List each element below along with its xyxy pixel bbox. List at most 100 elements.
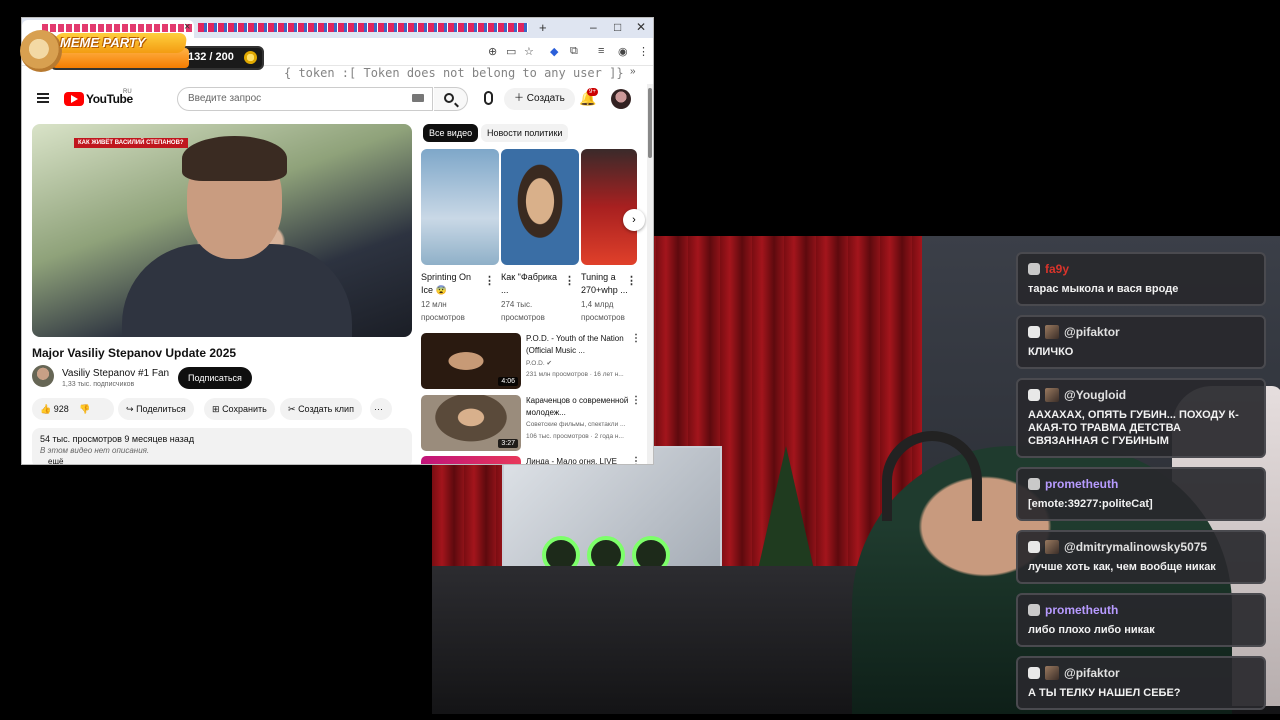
- recommendation-item[interactable]: Линда - Мало огня, LIVE ⋮: [421, 456, 643, 464]
- chat-username: prometheuth: [1045, 603, 1119, 617]
- scrollbar-thumb[interactable]: [648, 88, 652, 158]
- headset: [882, 431, 982, 521]
- like-icon[interactable]: 👍: [40, 404, 51, 414]
- youtube-region: RU: [123, 89, 132, 95]
- save-button[interactable]: ⊞ Сохранить: [204, 398, 275, 420]
- video-title: Major Vasiliy Stepanov Update 2025: [32, 346, 237, 360]
- dislike-icon[interactable]: 👎: [79, 404, 90, 414]
- recommendation-channel[interactable]: Советские фильмы, спектакли ...: [526, 421, 636, 428]
- recommendation-thumbnail[interactable]: [421, 456, 521, 464]
- recommendation-meta: 106 тыс. просмотров · 2 года н...: [526, 433, 624, 440]
- user-avatar: [1045, 540, 1059, 554]
- recommendation-title[interactable]: P.O.D. - Youth of the Nation (Official M…: [526, 333, 634, 357]
- recommendation-item[interactable]: 3:27 Караченцов о современной молодеж...…: [421, 395, 643, 453]
- recommendation-title[interactable]: Линда - Мало огня, LIVE: [526, 456, 634, 464]
- chip-politics-news[interactable]: Новости политики: [481, 124, 569, 142]
- views-and-date: 54 тыс. просмотров 9 месяцев назад: [40, 434, 195, 444]
- user-badge-icon: [1028, 478, 1040, 490]
- youtube-logo-icon[interactable]: [64, 92, 84, 106]
- close-window-button[interactable]: ✕: [636, 20, 646, 34]
- extensions-icon[interactable]: ⧉: [570, 45, 578, 58]
- kebab-menu-icon[interactable]: ⋮: [631, 456, 641, 464]
- save-icon: ⊞: [212, 404, 220, 414]
- create-label: Создать: [526, 93, 565, 104]
- hamburger-menu-icon[interactable]: [37, 93, 49, 103]
- channel-avatar[interactable]: [32, 365, 54, 387]
- short-title[interactable]: Sprinting On Ice 😨: [421, 271, 483, 297]
- chat-message: fa9y тарас мыкола и вася вроде: [1016, 252, 1266, 306]
- video-overlay-tag: КАК ЖИВЁТ ВАСИЛИЙ СТЕПАНОВ?: [74, 138, 188, 148]
- create-button[interactable]: ＋ Создать: [504, 88, 575, 110]
- short-title[interactable]: Как "Фабрика ...: [501, 271, 563, 297]
- kebab-menu-icon[interactable]: ⋮: [564, 274, 575, 287]
- search-icon: [444, 93, 454, 103]
- more-link[interactable]: ещё: [40, 457, 404, 464]
- chat-message: prometheuth [emote:39277:politeCat]: [1016, 467, 1266, 521]
- recommendation-thumbnail[interactable]: 3:27: [421, 395, 521, 451]
- bookmark-star-icon[interactable]: ☆: [524, 45, 534, 58]
- kebab-menu-icon[interactable]: ⋮: [631, 333, 641, 344]
- chat-message: @dmitrymalinowsky5075 лучше хоть как, че…: [1016, 530, 1266, 584]
- chat-username: @dmitrymalinowsky5075: [1064, 540, 1208, 554]
- zoom-icon[interactable]: ⊕: [488, 45, 497, 58]
- chip-all-videos[interactable]: Все видео: [423, 124, 479, 142]
- search-input[interactable]: Введите запрос: [177, 87, 433, 111]
- short-thumbnail[interactable]: [501, 149, 579, 265]
- recommendation-title[interactable]: Караченцов о современной молодеж...: [526, 395, 634, 419]
- youtube-icon: [1028, 389, 1040, 401]
- video-person-hair: [182, 136, 287, 181]
- scissors-icon: ✂: [288, 404, 296, 414]
- next-arrow-icon[interactable]: ›: [623, 209, 645, 231]
- share-label: Поделиться: [136, 404, 186, 414]
- shield-icon[interactable]: ◆: [550, 45, 558, 58]
- more-actions-button[interactable]: ···: [370, 398, 392, 420]
- channel-name[interactable]: Vasiliy Stepanov #1 Fan: [62, 368, 169, 379]
- video-player[interactable]: КАК ЖИВЁТ ВАСИЛИЙ СТЕПАНОВ?: [32, 124, 412, 337]
- meme-party-count: 132 / 200: [188, 51, 234, 63]
- recommendation-channel[interactable]: P.O.D. ✔: [526, 359, 636, 367]
- maximize-button[interactable]: □: [614, 20, 621, 34]
- microphone-icon[interactable]: [484, 91, 493, 105]
- search-button[interactable]: [434, 87, 468, 111]
- menu-list-icon[interactable]: ≡: [598, 45, 604, 57]
- kebab-menu-icon[interactable]: ⋮: [631, 395, 641, 406]
- kebab-menu-icon[interactable]: ⋮: [626, 274, 637, 287]
- chat-message: @Yougloid ААХАХАХ, ОПЯТЬ ГУБИН... ПОХОДУ…: [1016, 378, 1266, 458]
- subscribe-button[interactable]: Подписаться: [178, 367, 252, 389]
- minimize-button[interactable]: –: [590, 20, 597, 34]
- doge-icon: [20, 30, 62, 72]
- short-thumbnail[interactable]: [421, 149, 499, 265]
- recommendation-item[interactable]: 4:06 P.O.D. - Youth of the Nation (Offic…: [421, 333, 643, 391]
- chat-message: prometheuth либо плохо либо никак: [1016, 593, 1266, 647]
- save-label: Сохранить: [222, 404, 267, 414]
- youtube-icon: [1028, 326, 1040, 338]
- clip-button[interactable]: ✂ Создать клип: [280, 398, 362, 420]
- cast-icon[interactable]: ▭: [506, 45, 516, 58]
- new-tab-button[interactable]: +: [539, 20, 547, 35]
- chat-text: А ТЫ ТЕЛКУ НАШЕЛ СЕБЕ?: [1028, 687, 1181, 699]
- keyboard-icon[interactable]: [412, 94, 424, 102]
- bookmarks-more-button[interactable]: »: [630, 66, 636, 77]
- recommendation-thumbnail[interactable]: 4:06: [421, 333, 521, 389]
- user-avatar: [1045, 388, 1059, 402]
- profile-icon[interactable]: ◉: [618, 45, 628, 58]
- like-dislike-group: 👍 928 👎: [32, 398, 114, 420]
- chat-message: @pifaktor А ТЫ ТЕЛКУ НАШЕЛ СЕБЕ?: [1016, 656, 1266, 710]
- short-thumbnail[interactable]: [581, 149, 637, 265]
- like-count[interactable]: 928: [54, 404, 69, 414]
- chat-username: prometheuth: [1045, 477, 1119, 491]
- share-button[interactable]: ↪ Поделиться: [118, 398, 194, 420]
- description-box[interactable]: 54 тыс. просмотров 9 месяцев назад В это…: [32, 428, 412, 464]
- chat-text: либо плохо либо никак: [1028, 624, 1155, 636]
- kebab-menu-icon[interactable]: ⋮: [484, 274, 495, 287]
- kebab-menu-icon[interactable]: ⋮: [638, 45, 649, 58]
- chat-username: @Yougloid: [1064, 388, 1127, 402]
- subscriber-count: 1,33 тыс. подписчиков: [62, 381, 135, 388]
- chat-text: [emote:39277:politeCat]: [1028, 498, 1153, 510]
- youtube-icon: [1028, 667, 1040, 679]
- avatar[interactable]: [611, 89, 631, 109]
- short-views: 274 тыс. просмотров: [501, 300, 545, 322]
- no-description: В этом видео нет описания.: [40, 446, 150, 455]
- youtube-header: YouTube RU Введите запрос ＋ Создать 🔔 9+: [22, 84, 653, 114]
- stream-layout: fa9y тарас мыкола и вася вроде @pifaktor…: [0, 0, 1280, 720]
